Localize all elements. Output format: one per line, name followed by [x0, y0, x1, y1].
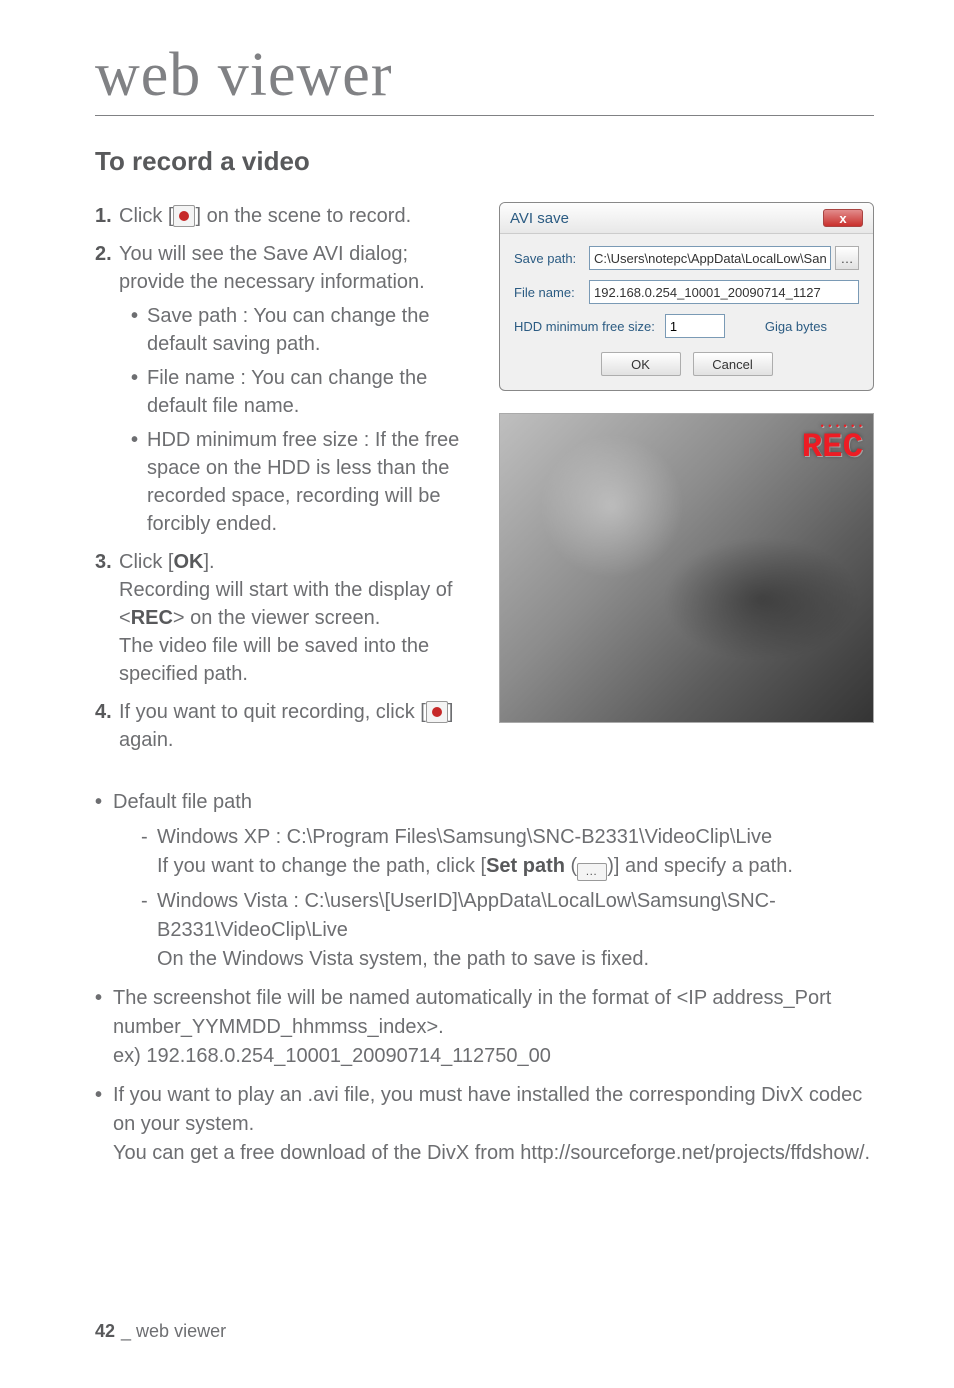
- step-1: 1. Click [ ] on the scene to record.: [95, 202, 479, 230]
- text: Click [: [119, 205, 173, 227]
- text: Save path : You can change the default s…: [147, 302, 479, 358]
- set-path-text: Set path: [486, 855, 565, 877]
- save-path-label: Save path:: [514, 251, 589, 266]
- save-path-input[interactable]: [589, 246, 831, 270]
- text: Windows XP : C:\Program Files\Samsung\SN…: [157, 826, 772, 848]
- text: HDD minimum free size : If the free spac…: [147, 426, 479, 538]
- text: You can get a free download of the DivX …: [113, 1142, 870, 1164]
- step-number: 3.: [95, 548, 119, 688]
- note-divx: • If you want to play an .avi file, you …: [95, 1081, 874, 1168]
- text: The video file will be saved into the sp…: [119, 635, 429, 685]
- note-xp: - Windows XP : C:\Program Files\Samsung\…: [113, 823, 874, 881]
- step-2-sub-3: •HDD minimum free size : If the free spa…: [119, 426, 479, 538]
- video-preview: • • • • • • REC: [499, 413, 874, 723]
- step-3: 3. Click [OK]. Recording will start with…: [95, 548, 479, 688]
- step-number: 4.: [95, 698, 119, 754]
- note-default-file-path: • Default file path - Windows XP : C:\Pr…: [95, 788, 874, 974]
- dialog-titlebar: AVI save x: [500, 203, 873, 234]
- step-2-sub-1: •Save path : You can change the default …: [119, 302, 479, 358]
- section-title: To record a video: [95, 146, 874, 177]
- text: Default file path: [113, 791, 252, 813]
- text: If you want to change the path, click [: [157, 855, 486, 877]
- note-naming: • The screenshot file will be named auto…: [95, 984, 874, 1071]
- record-icon: [173, 205, 195, 227]
- text: ex) 192.168.0.254_10001_20090714_112750_…: [113, 1045, 551, 1067]
- step-4: 4. If you want to quit recording, click …: [95, 698, 479, 754]
- text: > on the viewer screen.: [173, 607, 380, 629]
- record-icon: [426, 701, 448, 723]
- text: If you want to quit recording, click [: [119, 701, 426, 723]
- text: Windows Vista : C:\users\[UserID]\AppDat…: [157, 890, 776, 941]
- ok-button[interactable]: OK: [601, 352, 681, 376]
- step-2: 2. You will see the Save AVI dialog; pro…: [95, 240, 479, 538]
- file-name-input[interactable]: [589, 280, 859, 304]
- text: If you want to play an .avi file, you mu…: [113, 1084, 862, 1135]
- text: The screenshot file will be named automa…: [113, 987, 831, 1038]
- hdd-min-input[interactable]: [665, 314, 725, 338]
- close-button[interactable]: x: [823, 209, 863, 227]
- set-path-icon: …: [577, 863, 607, 881]
- text: Click [: [119, 551, 173, 573]
- text: File name : You can change the default f…: [147, 364, 479, 420]
- hdd-unit: Giga bytes: [765, 319, 827, 334]
- note-vista: - Windows Vista : C:\users\[UserID]\AppD…: [113, 887, 874, 974]
- avi-save-dialog: AVI save x Save path: … File name: HDD m…: [499, 202, 874, 391]
- page-footer: 42_ web viewer: [95, 1321, 226, 1342]
- footer-label: web viewer: [136, 1321, 226, 1341]
- text: )] and specify a path.: [607, 855, 793, 877]
- cancel-button[interactable]: Cancel: [693, 352, 773, 376]
- page-title: web viewer: [95, 40, 874, 116]
- file-name-label: File name:: [514, 285, 589, 300]
- ok-text: OK: [173, 551, 203, 573]
- step-number: 1.: [95, 202, 119, 230]
- dialog-title: AVI save: [510, 210, 569, 227]
- page-number: 42: [95, 1321, 115, 1341]
- text: On the Windows Vista system, the path to…: [157, 948, 649, 970]
- rec-indicator: • • • • • • REC: [802, 422, 863, 465]
- text: You will see the Save AVI dialog; provid…: [119, 243, 425, 293]
- rec-text: REC: [802, 431, 863, 465]
- text: ].: [203, 551, 214, 573]
- step-2-sub-2: •File name : You can change the default …: [119, 364, 479, 420]
- rec-text: REC: [131, 607, 173, 629]
- browse-button[interactable]: …: [835, 246, 859, 270]
- step-number: 2.: [95, 240, 119, 538]
- text: ] on the scene to record.: [195, 205, 411, 227]
- hdd-min-label: HDD minimum free size:: [514, 319, 655, 334]
- text: (: [565, 855, 577, 877]
